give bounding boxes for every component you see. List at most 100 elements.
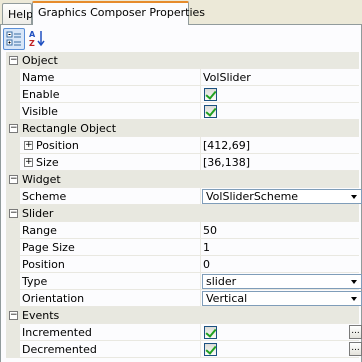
column-divider xyxy=(200,290,201,307)
dropdown-value: Vertical xyxy=(206,292,248,305)
row-gutter xyxy=(6,290,20,307)
row-gutter xyxy=(6,341,20,358)
property-label: Size xyxy=(36,156,59,169)
property-label: Decremented xyxy=(22,343,97,356)
expand-icon[interactable]: + xyxy=(24,141,33,150)
property-row-name[interactable]: Name VolSlider xyxy=(6,69,359,86)
row-gutter xyxy=(6,324,20,341)
column-divider xyxy=(200,69,201,86)
property-label: Orientation xyxy=(22,292,85,305)
enable-checkbox[interactable] xyxy=(204,88,217,101)
row-gutter xyxy=(6,222,20,239)
property-row-position[interactable]: + Position [412,69] xyxy=(6,137,359,154)
property-row-slider-position[interactable]: Position 0 xyxy=(6,256,359,273)
expand-icon[interactable]: + xyxy=(24,158,33,167)
category-label: Object xyxy=(22,54,58,67)
type-dropdown[interactable]: slider xyxy=(202,274,362,289)
dropdown-value: slider xyxy=(206,275,237,288)
collapse-icon[interactable]: − xyxy=(9,124,18,133)
category-label: Rectangle Object xyxy=(22,122,117,135)
visible-checkbox[interactable] xyxy=(204,105,217,118)
collapse-icon[interactable]: − xyxy=(9,175,18,184)
collapse-icon[interactable]: − xyxy=(9,209,18,218)
name-value[interactable]: VolSlider xyxy=(203,71,251,84)
row-gutter xyxy=(6,137,20,154)
property-grid: − Object Name VolSlider Enable Visible −… xyxy=(6,52,362,358)
decremented-edit-button[interactable]: ... xyxy=(349,342,362,356)
property-label: Position xyxy=(22,258,65,271)
categorized-view-button[interactable] xyxy=(3,28,25,50)
collapse-icon[interactable]: − xyxy=(9,311,18,320)
property-row-range[interactable]: Range 50 xyxy=(6,222,359,239)
property-row-visible[interactable]: Visible xyxy=(6,103,359,120)
property-row-orientation[interactable]: Orientation Vertical xyxy=(6,290,362,307)
property-label: Scheme xyxy=(22,190,67,203)
tab-help[interactable]: Help xyxy=(2,3,34,25)
properties-toolbar: A Z xyxy=(1,25,361,52)
category-label: Slider xyxy=(22,207,54,220)
property-label: Enable xyxy=(22,88,60,101)
row-gutter xyxy=(6,273,20,290)
collapse-icon[interactable]: − xyxy=(9,56,18,65)
alphabetical-sort-icon: A Z xyxy=(29,30,45,48)
category-widget[interactable]: − Widget xyxy=(6,171,359,188)
scheme-dropdown[interactable]: VolSliderScheme xyxy=(202,189,362,204)
range-value[interactable]: 50 xyxy=(203,224,217,237)
row-gutter xyxy=(6,86,20,103)
property-label: Incremented xyxy=(22,326,92,339)
column-divider xyxy=(200,222,201,239)
property-row-decremented[interactable]: Decremented ... xyxy=(6,341,362,358)
tab-graphics-composer-properties[interactable]: Graphics Composer Properties xyxy=(32,1,205,25)
property-label: Type xyxy=(22,275,48,288)
row-gutter xyxy=(6,239,20,256)
property-label: Page Size xyxy=(22,241,75,254)
row-gutter xyxy=(6,103,20,120)
tab-properties-label: Graphics Composer Properties xyxy=(38,6,206,19)
column-divider xyxy=(200,273,201,290)
tab-bar: Help Graphics Composer Properties xyxy=(0,0,362,25)
row-gutter xyxy=(6,188,20,205)
page-size-value[interactable]: 1 xyxy=(203,241,210,254)
categorized-view-icon xyxy=(6,31,21,46)
tab-help-label: Help xyxy=(8,8,34,21)
row-gutter xyxy=(6,154,20,171)
property-label: Range xyxy=(22,224,57,237)
property-row-enable[interactable]: Enable xyxy=(6,86,359,103)
property-label: Name xyxy=(22,71,55,84)
dropdown-value: VolSliderScheme xyxy=(206,190,299,203)
property-row-incremented[interactable]: Incremented ... xyxy=(6,324,362,341)
property-label: Visible xyxy=(22,105,58,118)
column-divider xyxy=(200,239,201,256)
category-object[interactable]: − Object xyxy=(6,52,359,69)
column-divider xyxy=(200,86,201,103)
column-divider xyxy=(200,137,201,154)
column-divider xyxy=(200,154,201,171)
category-rectangle-object[interactable]: − Rectangle Object xyxy=(6,120,359,137)
chevron-down-icon[interactable] xyxy=(347,275,361,288)
category-label: Events xyxy=(22,309,60,322)
column-divider xyxy=(200,256,201,273)
category-slider[interactable]: − Slider xyxy=(6,205,359,222)
orientation-dropdown[interactable]: Vertical xyxy=(202,291,362,306)
property-row-type[interactable]: Type slider xyxy=(6,273,362,290)
decremented-checkbox[interactable] xyxy=(204,343,217,356)
property-row-scheme[interactable]: Scheme VolSliderScheme xyxy=(6,188,362,205)
chevron-down-icon[interactable] xyxy=(347,292,361,305)
category-label: Widget xyxy=(22,173,61,186)
incremented-edit-button[interactable]: ... xyxy=(349,325,362,339)
category-events[interactable]: − Events xyxy=(6,307,359,324)
alphabetical-sort-button[interactable]: A Z xyxy=(27,28,49,50)
column-divider xyxy=(200,103,201,120)
chevron-down-icon[interactable] xyxy=(347,190,361,203)
row-gutter xyxy=(6,69,20,86)
size-value[interactable]: [36,138] xyxy=(203,156,250,169)
svg-text:Z: Z xyxy=(29,39,35,48)
slider-position-value[interactable]: 0 xyxy=(203,258,210,271)
property-row-size[interactable]: + Size [36,138] xyxy=(6,154,359,171)
incremented-checkbox[interactable] xyxy=(204,326,217,339)
property-row-page-size[interactable]: Page Size 1 xyxy=(6,239,359,256)
position-value[interactable]: [412,69] xyxy=(203,139,250,152)
properties-panel: A Z − Object Name VolSlider Enable Visib… xyxy=(0,25,362,362)
column-divider xyxy=(200,341,201,358)
property-label: Position xyxy=(36,139,79,152)
